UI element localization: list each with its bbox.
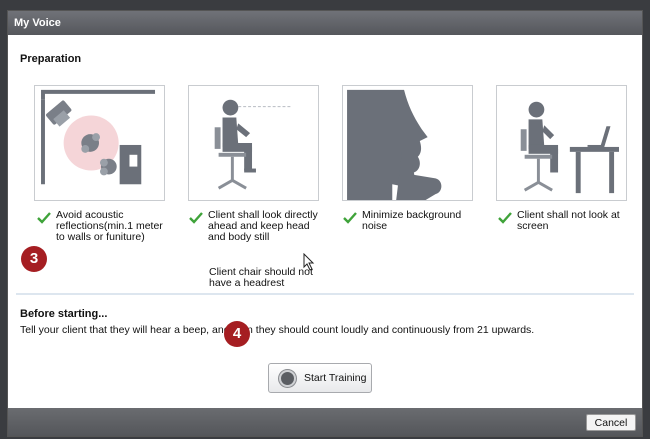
prep-item-text: Client shall look directly ahead and kee… xyxy=(208,209,318,243)
step-marker-4: 4 xyxy=(224,321,250,347)
prep-item-text: Minimize background noise xyxy=(362,209,462,232)
dialog-content: Preparation Avoid acoustic reflections(m… xyxy=(8,35,642,408)
client-away-from-screen-illustration xyxy=(496,85,627,201)
check-icon xyxy=(343,212,357,224)
dialog-title: My Voice xyxy=(8,11,642,35)
check-icon xyxy=(189,212,203,224)
preparation-title: Preparation xyxy=(20,53,82,65)
prep-item-noise: Minimize background noise xyxy=(343,210,478,232)
prep-item-text: Client shall not look at screen xyxy=(517,209,620,232)
cancel-button[interactable]: Cancel xyxy=(586,414,636,431)
section-divider xyxy=(16,293,634,295)
prep-item-acoustics: Avoid acoustic reflections(min.1 meter t… xyxy=(37,210,172,243)
dialog-footer: Cancel xyxy=(8,408,642,436)
record-icon xyxy=(279,369,296,387)
before-starting-instructions: Tell your client that they will hear a b… xyxy=(20,324,535,336)
prep-item-screen: Client shall not look at screen xyxy=(498,210,633,232)
check-icon xyxy=(498,212,512,224)
check-icon xyxy=(37,212,51,224)
step-marker-3: 3 xyxy=(21,246,47,272)
my-voice-dialog: My Voice Preparation Avoid acoustic refl… xyxy=(7,10,643,437)
mouse-pointer-icon xyxy=(303,253,315,271)
start-training-label: Start Training xyxy=(304,372,367,384)
start-training-button[interactable]: Start Training xyxy=(268,363,372,393)
seated-client-looking-ahead-illustration xyxy=(188,85,319,201)
silence-gesture-illustration xyxy=(342,85,473,201)
room-layout-illustration xyxy=(34,85,165,201)
prep-item-posture: Client shall look directly ahead and kee… xyxy=(189,210,324,243)
before-starting-title: Before starting... xyxy=(20,308,108,320)
prep-item-text: Avoid acoustic reflections(min.1 meter t… xyxy=(56,209,163,243)
